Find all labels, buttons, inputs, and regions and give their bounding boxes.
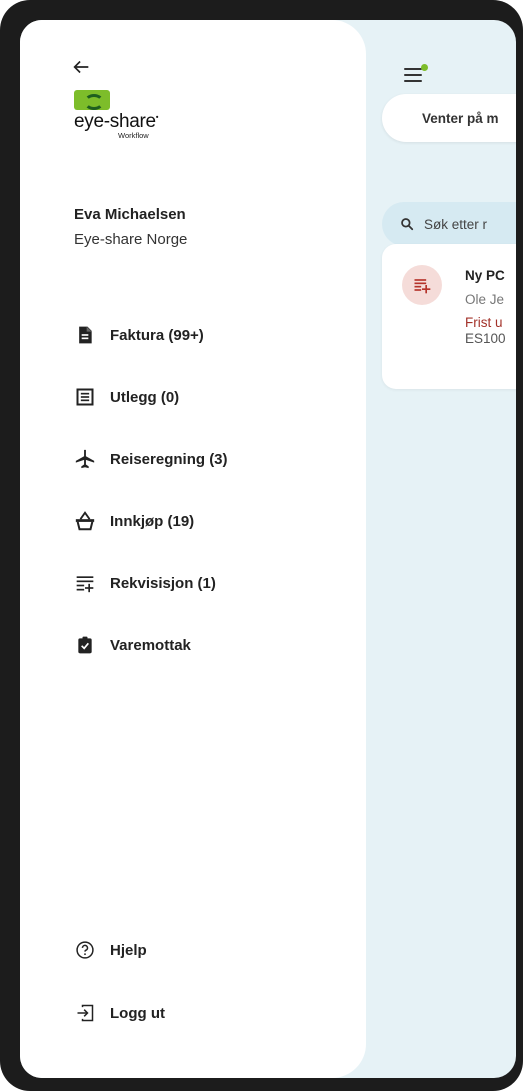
search-placeholder: Søk etter r	[424, 216, 488, 232]
card-title: Ny PC	[465, 268, 505, 283]
nav-item-hjelp[interactable]: Hjelp	[74, 936, 147, 964]
app-screen: Venter på m Søk etter r Ny PC Ole Je Fri…	[20, 20, 516, 1078]
back-arrow-icon[interactable]	[70, 56, 92, 78]
status-tab[interactable]: Venter på m	[382, 94, 516, 142]
device-frame: Venter på m Søk etter r Ny PC Ole Je Fri…	[0, 0, 523, 1091]
nav-item-reiseregning[interactable]: Reiseregning (3)	[74, 445, 228, 473]
nav-item-faktura[interactable]: Faktura (99+)	[74, 321, 204, 349]
eye-share-logo: eye-share• Workflow	[74, 90, 159, 140]
nav-item-rekvisisjon[interactable]: Rekvisisjon (1)	[74, 569, 216, 597]
help-circle-icon	[74, 939, 96, 961]
clipboard-check-icon	[74, 634, 96, 656]
shopping-basket-icon	[74, 510, 96, 532]
nav-item-varemottak[interactable]: Varemottak	[74, 631, 191, 659]
nav-item-label: Logg ut	[110, 1004, 165, 1022]
search-icon	[400, 217, 414, 231]
nav-item-label: Faktura (99+)	[110, 326, 204, 344]
search-input[interactable]: Søk etter r	[382, 202, 516, 246]
user-name: Eva Michaelsen	[74, 206, 186, 223]
hamburger-menu-icon[interactable]	[404, 64, 430, 88]
card-id: ES100	[465, 331, 506, 346]
nav-item-label: Utlegg (0)	[110, 388, 180, 406]
user-organization: Eye-share Norge	[74, 231, 188, 248]
nav-item-utlegg[interactable]: Utlegg (0)	[74, 383, 179, 411]
nav-item-label: Innkjøp (19)	[110, 512, 195, 530]
logo-mark	[74, 90, 110, 110]
receipt-icon	[74, 386, 96, 408]
airplane-icon	[74, 448, 96, 470]
nav-item-logg-ut[interactable]: Logg ut	[74, 999, 165, 1027]
requisition-icon	[402, 265, 442, 305]
status-tab-label: Venter på m	[422, 110, 499, 126]
task-card[interactable]: Ny PC Ole Je Frist u ES100	[382, 244, 516, 389]
nav-item-label: Hjelp	[110, 941, 147, 959]
logo-word: eye-share•	[74, 111, 159, 132]
navigation-drawer: eye-share• Workflow Eva Michaelsen Eye-s…	[20, 20, 366, 1078]
nav-item-innkjop[interactable]: Innkjøp (19)	[74, 507, 194, 535]
nav-item-label: Rekvisisjon (1)	[110, 574, 216, 592]
nav-item-label: Reiseregning (3)	[110, 450, 228, 468]
list-add-icon	[74, 572, 96, 594]
logout-icon	[74, 1002, 96, 1024]
invoice-document-icon	[74, 324, 96, 346]
card-subtitle: Ole Je	[465, 292, 505, 307]
card-due: Frist u	[465, 315, 503, 330]
nav-item-label: Varemottak	[110, 636, 191, 654]
notification-dot	[421, 64, 428, 71]
